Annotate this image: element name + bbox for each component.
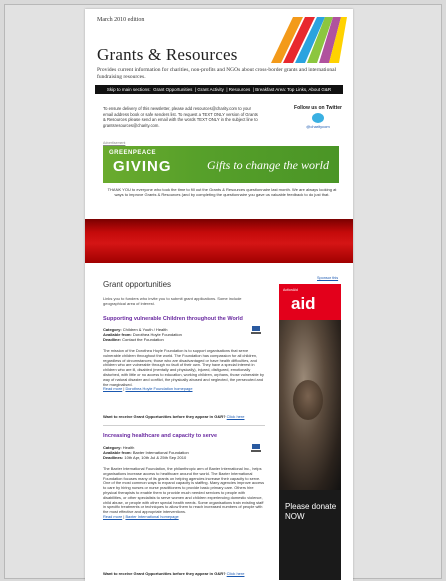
thank-you-note: THANK YOU to everyone who took the time … (107, 187, 337, 197)
article-divider (103, 425, 265, 426)
cta-click-here-link[interactable]: Click here (227, 571, 245, 576)
article-body-text: The mission of the Dorothea Hoyle Founda… (103, 348, 264, 387)
twitter-follow-box[interactable]: Follow us on Twitter @charitycom (291, 105, 345, 130)
newsletter-title: Grants & Resources (97, 45, 238, 64)
advertisement-label: Advertisement (103, 141, 126, 145)
twitter-handle[interactable]: @charitycom (306, 124, 329, 129)
nav-item-resources[interactable]: Resources (229, 87, 251, 92)
brand-stripes-logo (271, 17, 347, 63)
cta-text: Want to receive Grant Opportunities befo… (103, 414, 226, 419)
funder-logo-icon (251, 444, 261, 452)
grant-opportunities-intro: Links you to funders who invite you to s… (103, 296, 242, 306)
section-nav-bar: Skip to main sections: Grant Opportuniti… (95, 85, 343, 94)
cta-line: Want to receive Grant Opportunities befo… (103, 414, 244, 419)
banner-brand: GREENPEACE (109, 150, 157, 156)
nav-item-grant-activity[interactable]: Grant Activity (197, 87, 224, 92)
deadline-value: 10th Apr, 10th Jul & 25th Sep 2010 (124, 455, 187, 460)
deadline-value: Contact the Foundation (122, 337, 164, 342)
nav-item-breakfast-area[interactable]: Breakfast Area: Top Links, About G&R (255, 87, 331, 92)
greenpeace-giving-banner[interactable]: GREENPEACE GIVING Gifts to change the wo… (103, 146, 339, 183)
red-ribbon-divider (85, 219, 353, 263)
nav-item-grant-opportunities[interactable]: Grant Opportunities (153, 87, 192, 92)
delivery-note: To ensure delivery of this newsletter, p… (103, 106, 258, 128)
read-more-link[interactable]: Read more (103, 514, 122, 519)
article-title[interactable]: Supporting vulnerable Children throughou… (103, 316, 243, 322)
child-face (293, 380, 323, 420)
deadline-label: Deadline: (103, 337, 122, 342)
cta-click-here-link[interactable]: Click here (227, 414, 245, 419)
actionaid-side-ad[interactable]: ActionAid aid Please donate NOW (279, 284, 341, 580)
donate-now-text[interactable]: Please donate NOW (285, 502, 337, 521)
twitter-heading: Follow us on Twitter (294, 105, 342, 111)
article-meta: Category: Health Available from: Baxter … (103, 445, 223, 460)
banner-slogan: Gifts to change the world (207, 158, 329, 172)
newsletter-tagline: Provides current information for chariti… (97, 67, 337, 80)
twitter-bird-icon[interactable] (312, 113, 324, 123)
cta-text: Want to receive Grant Opportunities befo… (103, 571, 226, 576)
article-meta: Category: Children & Youth / Health Avai… (103, 327, 223, 342)
deadline-label: Deadlines: (103, 455, 124, 460)
read-more-link[interactable]: Read more (103, 386, 122, 391)
newsletter-page: March 2010 edition Grants & Resources Pr… (85, 9, 353, 581)
sponsor-link[interactable]: Sponsor this (317, 276, 338, 280)
cta-line: Want to receive Grant Opportunities befo… (103, 571, 244, 576)
actionaid-logo: ActionAid aid (279, 284, 341, 320)
child-photo (279, 320, 341, 490)
nav-lead: Skip to main sections: (106, 87, 151, 92)
funder-homepage-link[interactable]: Dorothea Hoyle Foundation homepage (125, 386, 192, 391)
funder-homepage-link[interactable]: Baxter International homepage (125, 514, 178, 519)
edition-label: March 2010 edition (97, 17, 145, 23)
article-body-text: The Baxter International Foundation, the… (103, 466, 265, 515)
banner-giving: GIVING (113, 158, 172, 175)
aid-logo-big: aid (291, 294, 316, 313)
article-body: The Baxter International Foundation, the… (103, 466, 265, 519)
grant-opportunities-heading: Grant opportunities (103, 280, 172, 289)
funder-logo-icon (251, 326, 261, 334)
article-title[interactable]: Increasing healthcare and capacity to se… (103, 433, 217, 439)
aid-logo-small: ActionAid (283, 288, 298, 292)
browser-frame: March 2010 edition Grants & Resources Pr… (4, 4, 442, 581)
article-body: The mission of the Dorothea Hoyle Founda… (103, 348, 264, 392)
